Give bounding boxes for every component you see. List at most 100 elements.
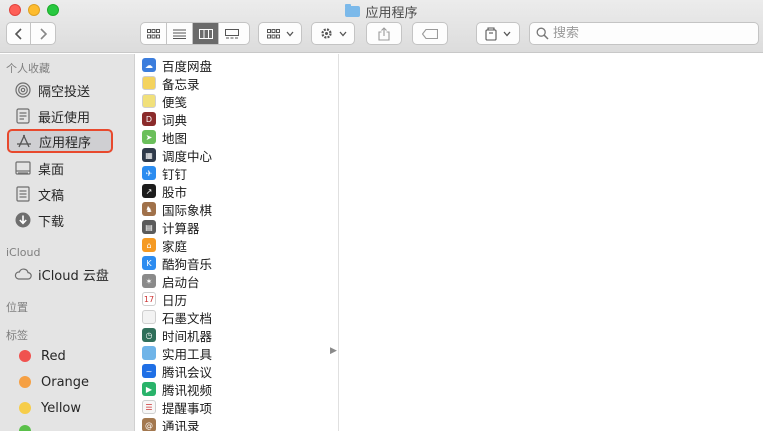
downloads-icon: [14, 211, 32, 229]
file-row[interactable]: 备忘录: [142, 74, 200, 92]
file-row[interactable]: D 词典: [142, 110, 187, 128]
file-name: 提醒事项: [162, 400, 213, 416]
file-name: 备忘录: [162, 76, 200, 92]
gallery-icon: [225, 28, 239, 38]
calculator-icon: ▤: [142, 220, 156, 234]
file-row[interactable]: 便笺: [142, 92, 187, 110]
gear-icon: [320, 28, 332, 39]
file-row[interactable]: ☰ 提醒事项: [142, 398, 212, 416]
sidebar: 个人收藏 隔空投送 最近使用 应用程序 桌面 文稿 下载 iCloud iClo…: [0, 54, 135, 431]
sidebar-item-icloud-drive[interactable]: iCloud 云盘: [8, 262, 132, 286]
utilities-folder-icon: [142, 346, 156, 360]
folder-icon: [345, 4, 361, 17]
gallery-view-button[interactable]: [219, 23, 245, 44]
file-row[interactable]: ↗ 股市: [142, 182, 187, 200]
sidebar-item-label: Orange: [41, 374, 90, 390]
calendar-icon: 17: [142, 292, 156, 306]
contacts-icon: @: [142, 418, 156, 431]
dictionary-icon: D: [142, 112, 156, 126]
file-row[interactable]: ✶ 启动台: [142, 272, 200, 290]
file-name: 启动台: [162, 274, 200, 290]
tag-icon: [422, 28, 438, 39]
sidebar-item-label: 桌面: [38, 162, 65, 178]
sidebar-item-downloads[interactable]: 下载: [8, 208, 132, 232]
sidebar-item-label: 最近使用: [38, 110, 91, 126]
applications-column: ☁ 百度网盘备忘录 便笺 D 词典 ➤ 地图 ▦ 调度中心 ✈ 钉钉 ↗ 股市 ♞ 国际象棋 ▤ 计算器 ⌂ 家庭 K…: [136, 54, 339, 431]
forward-button[interactable]: [31, 23, 55, 44]
column-view-button[interactable]: [193, 23, 219, 44]
action-menu-button[interactable]: [311, 22, 355, 45]
file-row[interactable]: 17 日历: [142, 290, 187, 308]
tag-button[interactable]: [412, 22, 448, 45]
sidebar-item-applications[interactable]: 应用程序: [7, 129, 113, 153]
launchpad-icon: ✶: [142, 274, 156, 288]
file-name: 国际象棋: [162, 202, 213, 218]
sidebar-item-documents[interactable]: 文稿: [8, 182, 132, 206]
file-row[interactable]: ✈ 钉钉: [142, 164, 187, 182]
icloud-section-title: iCloud: [6, 246, 41, 259]
cloud-icon: [14, 265, 32, 283]
search-input[interactable]: [553, 26, 753, 41]
search-icon: [536, 27, 549, 40]
file-row[interactable]: ▶ 腾讯视频: [142, 380, 212, 398]
chevron-down-icon: [503, 31, 511, 36]
file-row[interactable]: K 酷狗音乐: [142, 254, 212, 272]
icon-view-button[interactable]: [141, 23, 167, 44]
chevron-down-icon: [286, 31, 293, 36]
file-name: 调度中心: [162, 148, 213, 164]
sidebar-item-recents[interactable]: 最近使用: [8, 104, 132, 128]
sidebar-tag-orange[interactable]: Orange: [8, 370, 132, 394]
drive-icon: [485, 26, 497, 41]
grid-icon: [266, 28, 280, 38]
sidebar-item-label: 文稿: [38, 188, 65, 204]
search-field[interactable]: [529, 22, 759, 45]
applications-icon: [15, 132, 33, 150]
file-row[interactable]: 实用工具: [142, 344, 212, 362]
sidebar-item-label: Yellow: [41, 400, 82, 416]
sidebar-tag-yellow[interactable]: Yellow: [8, 396, 132, 420]
file-name: 股市: [162, 184, 188, 200]
mission-control-icon: ▦: [142, 148, 156, 162]
window-title-text: 应用程序: [365, 6, 418, 21]
file-row[interactable]: ⌂ 家庭: [142, 236, 187, 254]
chevron-down-icon: [339, 31, 346, 36]
file-row[interactable]: 石墨文档: [142, 308, 212, 326]
file-row[interactable]: ~ 腾讯会议: [142, 362, 212, 380]
yellow-tag-dot-icon: [19, 402, 31, 414]
finder-window: 应用程序 搜索 个人收藏 隔空投送 最近使用 应用程序 桌面 文稿 下载 iCl…: [0, 0, 763, 431]
file-name: 实用工具: [162, 346, 213, 362]
stickies-icon: [142, 94, 156, 108]
group-by-button[interactable]: [258, 22, 302, 45]
shimo-icon: [142, 310, 156, 324]
icon-grid-icon: [147, 28, 160, 38]
file-name: 酷狗音乐: [162, 256, 213, 272]
file-row[interactable]: ➤ 地图: [142, 128, 187, 146]
dingtalk-icon: ✈: [142, 166, 156, 180]
file-name: 石墨文档: [162, 310, 213, 326]
sidebar-item-airdrop[interactable]: 隔空投送: [8, 78, 132, 102]
file-name: 家庭: [162, 238, 188, 254]
file-name: 地图: [162, 130, 188, 146]
drive-menu-button[interactable]: [476, 22, 520, 45]
file-row[interactable]: ◷ 时间机器: [142, 326, 212, 344]
disclosure-triangle-icon[interactable]: ▶: [330, 346, 337, 356]
sidebar-tag-green-partial[interactable]: [8, 422, 132, 431]
file-row[interactable]: ▤ 计算器: [142, 218, 200, 236]
file-row[interactable]: @ 通讯录: [142, 416, 200, 431]
recents-icon: [14, 107, 32, 125]
sidebar-item-desktop[interactable]: 桌面: [8, 156, 132, 180]
sidebar-item-label: Red: [41, 348, 66, 364]
file-row[interactable]: ☁ 百度网盘: [142, 56, 212, 74]
chevron-right-icon: [40, 27, 48, 40]
share-button[interactable]: [366, 22, 402, 45]
time-machine-icon: ◷: [142, 328, 156, 342]
list-view-button[interactable]: [167, 23, 193, 44]
back-button[interactable]: [7, 23, 32, 44]
file-name: 词典: [162, 112, 188, 128]
tags-section-title: 标签: [6, 329, 28, 342]
tencent-video-icon: ▶: [142, 382, 156, 396]
file-row[interactable]: ▦ 调度中心: [142, 146, 212, 164]
red-tag-dot-icon: [19, 350, 31, 362]
sidebar-tag-red[interactable]: Red: [8, 344, 132, 368]
file-row[interactable]: ♞ 国际象棋: [142, 200, 212, 218]
